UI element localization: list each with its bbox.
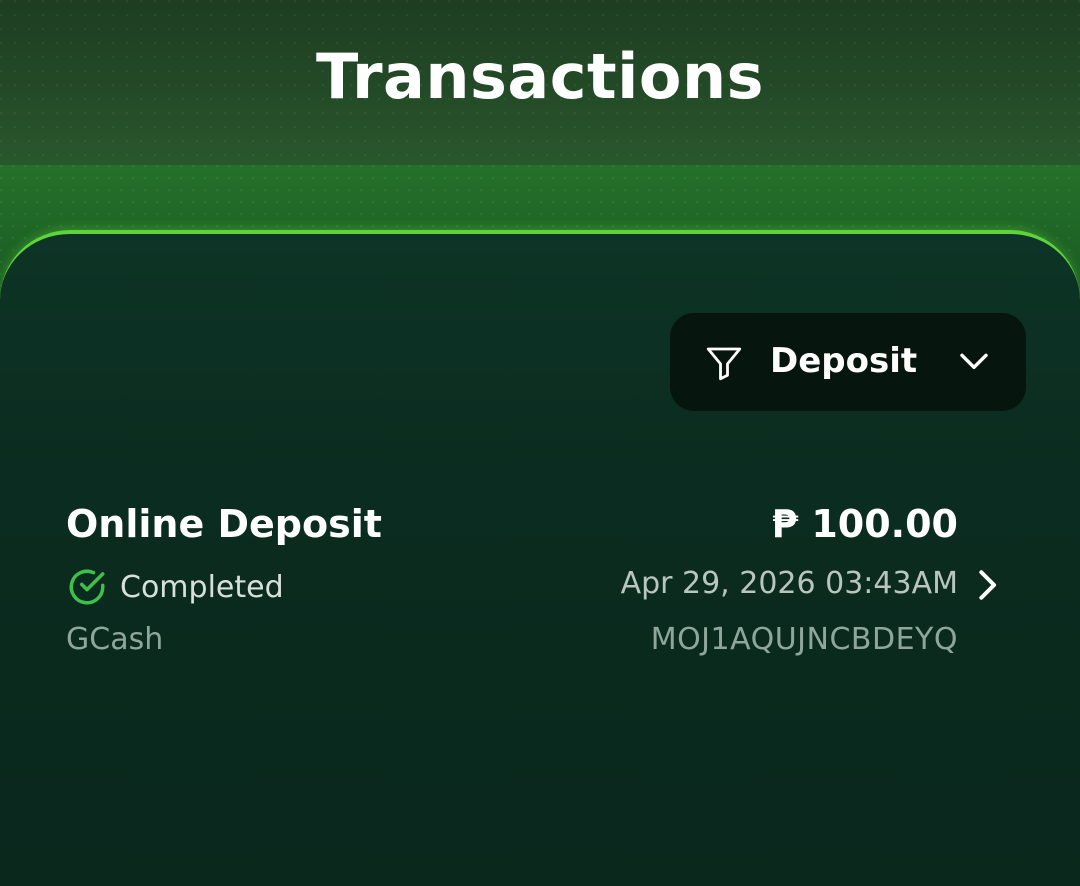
payment-method: GCash [66,622,164,657]
check-circle-icon [69,569,105,605]
filter-label: Deposit [770,341,918,381]
header-bar: Transactions [0,0,1080,165]
transaction-amount: ₱ 100.00 [771,502,958,546]
transaction-reference: MOJ1AQUJNCBDEYQ [650,622,958,657]
transaction-type: Online Deposit [66,502,382,546]
filter-dropdown[interactable]: Deposit [670,313,1026,411]
filter-icon [706,347,742,381]
chevron-down-icon [960,353,988,370]
transaction-status: Completed [66,566,284,608]
chevron-right-icon[interactable] [975,568,999,602]
status-label: Completed [120,569,284,605]
page-title: Transactions [315,40,765,113]
transaction-date: Apr 29, 2026 03:43AM [620,566,958,601]
transaction-row[interactable]: Online Deposit Completed GCash ₱ 100.00 … [30,490,1030,680]
